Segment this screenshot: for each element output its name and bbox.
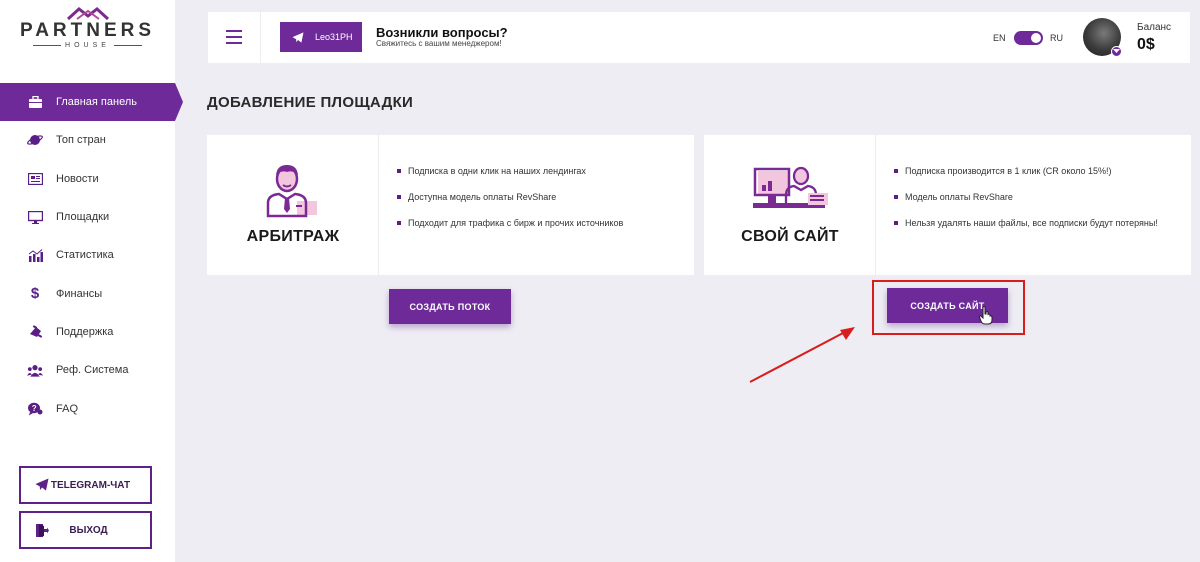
lang-ru-option[interactable]: RU (1050, 33, 1063, 43)
sidebar-item-top-countries[interactable]: Топ стран (0, 121, 175, 159)
sidebar-item-referral[interactable]: Реф. Система (0, 351, 175, 389)
briefcase-icon (27, 94, 43, 110)
sidebar-item-label: Главная панель (56, 96, 137, 109)
dollar-icon: $ (30, 285, 40, 303)
list-item: Модель оплаты RevShare (894, 192, 1181, 202)
questions-subtitle: Свяжитесь с вашим менеджером! (376, 39, 502, 48)
telegram-chat-button[interactable]: TELEGRAM-ЧАТ (19, 466, 152, 504)
telegram-chat-label: TELEGRAM-ЧАТ (50, 479, 131, 491)
newspaper-icon (27, 171, 43, 187)
menu-toggle-icon[interactable] (226, 30, 242, 44)
arbitrage-card-title: АРБИТРАЖ (246, 228, 340, 245)
annotation-highlight-box (872, 280, 1025, 335)
sidebar-item-statistics[interactable]: Статистика (0, 236, 175, 274)
list-item: Подходит для трафика с бирж и прочих ист… (397, 218, 684, 228)
list-item: Доступна модель оплаты RevShare (397, 192, 684, 202)
sidebar-nav: Главная панель Топ стран Новости Площадк… (0, 83, 183, 428)
balance-value: 0$ (1137, 36, 1155, 53)
arbitrage-card: АРБИТРАЖ Подписка в одни клик на наших л… (207, 135, 694, 275)
support-icon (27, 324, 43, 340)
roof-logo-icon (66, 7, 109, 20)
questions-title: Возникли вопросы? (376, 25, 508, 40)
logo-subtitle: HOUSE (65, 42, 110, 49)
own-site-person-icon (704, 161, 876, 221)
sidebar-item-label: Реф. Система (56, 364, 129, 377)
list-item: Подписка производится в 1 клик (CR около… (894, 166, 1181, 176)
sidebar-item-label: Площадки (56, 211, 110, 224)
arbitrage-feature-list: Подписка в одни клик на наших лендингах … (397, 166, 684, 244)
sidebar-item-label: FAQ (56, 402, 79, 415)
list-item: Подписка в одни клик на наших лендингах (397, 166, 684, 176)
top-header: Leo31PH Возникли вопросы? Свяжитесь с ва… (208, 12, 1190, 63)
language-toggle[interactable] (1014, 31, 1043, 45)
list-item: Нельзя удалять наши файлы, все подписки … (894, 218, 1181, 228)
logout-button[interactable]: ВЫХОД (19, 511, 152, 549)
annotation-arrow-icon (749, 327, 855, 383)
planet-icon (27, 132, 43, 148)
users-icon (27, 362, 43, 378)
logo-title: PARTNERS (19, 20, 156, 41)
chart-icon (27, 247, 43, 263)
sidebar-item-label: Топ стран (56, 134, 106, 147)
logo[interactable]: PARTNERS HOUSE (0, 6, 175, 49)
own-site-card: СВОЙ САЙТ Подписка производится в 1 клик… (704, 135, 1191, 275)
header-divider (260, 12, 261, 63)
sidebar-item-label: Новости (56, 172, 99, 185)
sidebar-item-label: Финансы (56, 287, 103, 300)
create-stream-button[interactable]: СОЗДАТЬ ПОТОК (389, 289, 511, 324)
sidebar-item-faq[interactable]: ? FAQ (0, 389, 175, 427)
hand-cursor-icon (979, 306, 993, 325)
sidebar: PARTNERS HOUSE Главная панель Топ стран … (0, 0, 183, 562)
sidebar-item-finance[interactable]: $ Финансы (0, 274, 175, 312)
balance-label: Баланс (1137, 22, 1172, 33)
lang-en-option[interactable]: EN (993, 33, 1006, 43)
telegram-icon (292, 31, 304, 43)
sidebar-item-support[interactable]: Поддержка (0, 313, 175, 351)
page-title: ДОБАВЛЕНИЕ ПЛОЩАДКИ (207, 94, 414, 111)
own-site-feature-list: Подписка производится в 1 клик (CR около… (894, 166, 1181, 244)
svg-text:?: ? (32, 404, 37, 413)
sidebar-item-label: Поддержка (56, 325, 114, 338)
telegram-icon (35, 478, 49, 494)
sidebar-item-dashboard[interactable]: Главная панель (0, 83, 183, 122)
arbitrage-person-icon (207, 161, 379, 221)
manager-telegram-chip[interactable]: Leo31PH (280, 22, 362, 52)
manager-name: Leo31PH (315, 32, 353, 42)
chevron-down-icon[interactable] (1111, 46, 1122, 57)
logout-label: ВЫХОД (69, 524, 108, 536)
sidebar-item-sites[interactable]: Площадки (0, 198, 175, 236)
sidebar-item-news[interactable]: Новости (0, 160, 175, 198)
sidebar-item-label: Статистика (56, 249, 114, 262)
own-site-card-title: СВОЙ САЙТ (741, 228, 839, 245)
faq-icon: ? (27, 401, 43, 417)
logout-icon (35, 523, 49, 541)
monitor-icon (27, 209, 43, 225)
